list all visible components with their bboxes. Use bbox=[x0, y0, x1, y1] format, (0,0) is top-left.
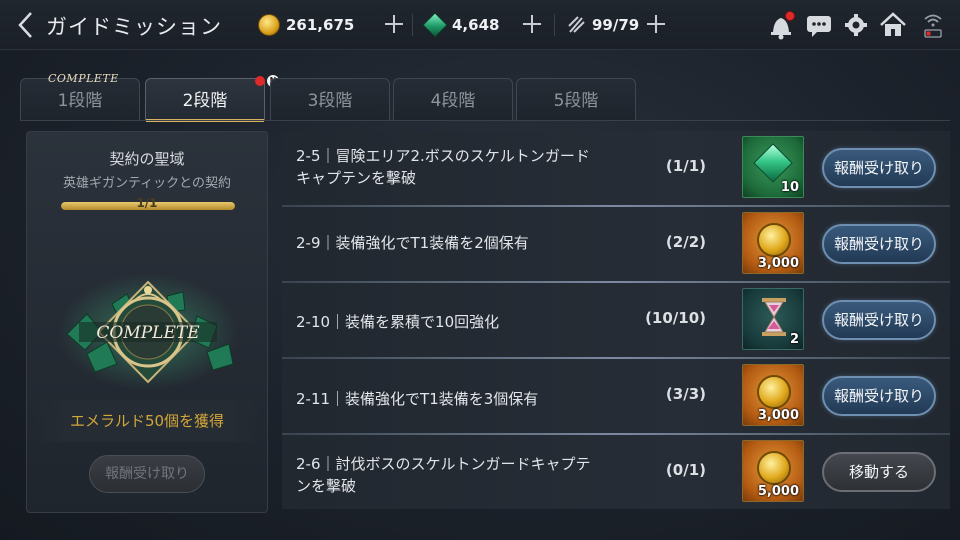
chat-icon[interactable] bbox=[804, 10, 834, 40]
emerald-icon bbox=[753, 143, 793, 183]
mission-count: (0/1) bbox=[665, 461, 706, 479]
home-icon[interactable] bbox=[878, 10, 908, 40]
stamina-icon bbox=[568, 16, 585, 33]
mission-text: 2-6｜討伐ボスのスケルトンガードキャプテンを撃破 bbox=[296, 455, 591, 495]
stamina-display: 99/79 bbox=[566, 10, 639, 40]
gold-coin-icon bbox=[757, 375, 791, 409]
tab-label: 3段階 bbox=[307, 91, 353, 111]
gold-amount: 261,675 bbox=[286, 16, 355, 34]
mission-count: (1/1) bbox=[665, 157, 706, 175]
notification-dot bbox=[255, 76, 265, 86]
divider bbox=[554, 14, 555, 36]
tab-label: 5段階 bbox=[553, 91, 599, 111]
mission-text: 2-9｜装備強化でT1装備を2個保有 bbox=[296, 234, 529, 252]
tab-stage-4[interactable]: 4段階 bbox=[393, 78, 513, 120]
tab-stage-3[interactable]: 3段階 bbox=[270, 78, 390, 120]
add-gold-button[interactable] bbox=[382, 12, 406, 36]
reward-slot[interactable]: 2 bbox=[742, 288, 804, 350]
top-bar: ガイドミッション 261,675 4,648 99/79 bbox=[0, 0, 960, 50]
go-to-button[interactable]: 移動する bbox=[822, 452, 936, 492]
mission-count: (10/10) bbox=[645, 309, 706, 327]
tab-label: 2段階 bbox=[182, 91, 228, 111]
claim-reward-button[interactable]: 報酬受け取り bbox=[822, 148, 936, 188]
contract-card: 契約の聖域 英雄ギガンティックとの契約 1/1 COMPLETE エメラルド50… bbox=[26, 131, 268, 513]
contract-title: 契約の聖域 bbox=[109, 150, 185, 168]
mission-count: (3/3) bbox=[665, 385, 706, 403]
reward-slot[interactable]: 10 bbox=[742, 136, 804, 198]
contract-subtitle: 英雄ギガンティックとの契約 bbox=[62, 176, 232, 191]
gold-coin-icon bbox=[757, 451, 791, 485]
gem-display: 4,648 bbox=[422, 10, 500, 40]
mission-text: 2-5｜冒険エリア2.ボスのスケルトンガードキャプテンを撃破 bbox=[296, 147, 590, 187]
tab-underline bbox=[20, 120, 950, 121]
add-gem-button[interactable] bbox=[520, 12, 544, 36]
contract-progress-text: 1/1 bbox=[136, 196, 158, 210]
hourglass-icon bbox=[762, 298, 786, 336]
claim-reward-button[interactable]: 報酬受け取り bbox=[822, 224, 936, 264]
claim-reward-button[interactable]: 報酬受け取り bbox=[822, 300, 936, 340]
mission-row: 2-6｜討伐ボスのスケルトンガードキャプテンを撃破 (0/1) 5,000 移動… bbox=[282, 435, 950, 509]
complete-emblem-icon: COMPLETE bbox=[57, 264, 239, 394]
wifi-battery-icon bbox=[922, 10, 944, 40]
mission-row: 2-9｜装備強化でT1装備を2個保有 (2/2) 3,000 報酬受け取り bbox=[282, 207, 950, 281]
back-arrow-icon[interactable] bbox=[14, 10, 38, 40]
add-stamina-button[interactable] bbox=[644, 12, 668, 36]
stamina-amount: 99/79 bbox=[592, 16, 640, 34]
reward-slot[interactable]: 3,000 bbox=[742, 364, 804, 426]
reward-slot[interactable]: 5,000 bbox=[742, 440, 804, 502]
claim-reward-button[interactable]: 報酬受け取り bbox=[822, 376, 936, 416]
reward-quantity: 3,000 bbox=[757, 256, 799, 271]
reward-quantity: 3,000 bbox=[757, 408, 799, 423]
mission-row: 2-5｜冒険エリア2.ボスのスケルトンガードキャプテンを撃破 (1/1) 10 … bbox=[282, 131, 950, 205]
gold-coin-icon bbox=[258, 14, 280, 36]
emblem-label: COMPLETE bbox=[96, 323, 200, 343]
notification-dot bbox=[785, 11, 795, 21]
reward-quantity: 2 bbox=[789, 332, 799, 347]
tab-label: 4段階 bbox=[430, 91, 476, 111]
mission-row: 2-10｜装備を累積で10回強化 (10/10) 2 報酬受け取り bbox=[282, 283, 950, 357]
gold-coin-icon bbox=[757, 223, 791, 257]
contract-claim-button[interactable]: 報酬受け取り bbox=[89, 455, 205, 493]
reward-quantity: 5,000 bbox=[757, 484, 799, 499]
emerald-icon bbox=[422, 12, 448, 38]
contract-reward-text: エメラルド50個を獲得 bbox=[69, 412, 225, 430]
complete-badge: COMPLETE bbox=[48, 72, 119, 85]
page-title: ガイドミッション bbox=[46, 15, 222, 39]
reward-quantity: 10 bbox=[780, 180, 799, 195]
tab-stage-5[interactable]: 5段階 bbox=[516, 78, 636, 120]
mission-text: 2-10｜装備を累積で10回強化 bbox=[296, 313, 500, 331]
mission-row: 2-11｜装備強化でT1装備を3個保有 (3/3) 3,000 報酬受け取り bbox=[282, 359, 950, 433]
tab-label: 1段階 bbox=[57, 91, 103, 111]
gear-icon[interactable] bbox=[842, 10, 870, 40]
gem-amount: 4,648 bbox=[452, 16, 500, 34]
gold-display: 261,675 bbox=[258, 10, 354, 40]
notification-bell-icon[interactable] bbox=[768, 10, 795, 40]
mission-count: (2/2) bbox=[665, 233, 706, 251]
tab-stage-2[interactable]: 2段階 bbox=[145, 78, 265, 122]
mission-text: 2-11｜装備強化でT1装備を3個保有 bbox=[296, 390, 539, 408]
reward-slot[interactable]: 3,000 bbox=[742, 212, 804, 274]
divider bbox=[412, 14, 413, 36]
